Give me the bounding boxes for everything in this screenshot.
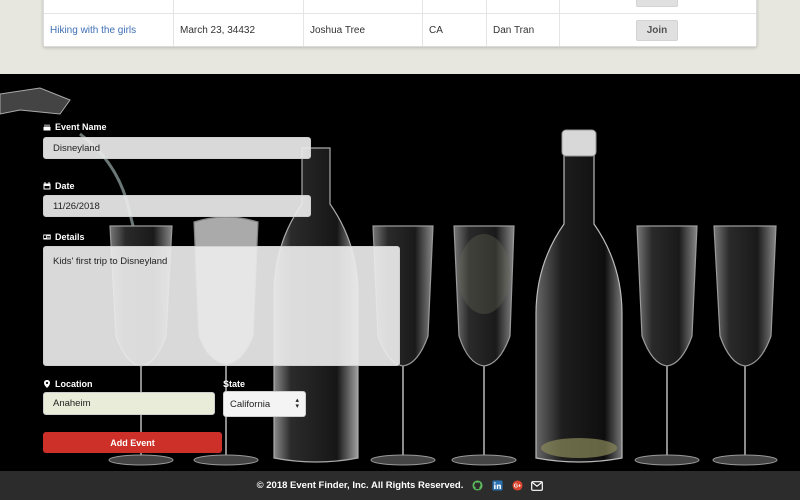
details-label-row: Details xyxy=(43,232,85,242)
add-event-form: Event Name Disneyland Date 11/26/2018 De… xyxy=(0,74,800,471)
state-label-row: State xyxy=(223,379,245,389)
events-table-section: Hiking with the girls March 23, 34432 Jo… xyxy=(0,0,800,74)
event-name-label: Event Name xyxy=(55,122,107,132)
state-label: State xyxy=(223,379,246,389)
details-label: Details xyxy=(55,232,85,242)
map-marker-icon xyxy=(44,380,50,388)
svg-text:G+: G+ xyxy=(514,484,522,490)
join-button[interactable]: Join xyxy=(636,20,678,41)
id-card-icon xyxy=(43,234,51,240)
column-divider xyxy=(422,0,423,46)
location-label-row: Location xyxy=(43,379,93,389)
column-divider xyxy=(486,0,487,46)
state-select-value: California xyxy=(230,398,271,410)
event-title-link[interactable]: Hiking with the girls xyxy=(50,25,136,37)
column-divider xyxy=(559,0,560,46)
mail-icon[interactable] xyxy=(531,480,544,492)
event-state-cell: CA xyxy=(429,25,443,36)
details-textarea[interactable]: Kids' first trip to Disneyland xyxy=(43,246,400,366)
location-label: Location xyxy=(55,379,93,389)
event-host-cell: Dan Tran xyxy=(493,25,535,36)
date-label: Date xyxy=(55,181,75,191)
location-input[interactable]: Anaheim xyxy=(43,392,215,415)
add-event-button[interactable]: Add Event xyxy=(43,432,222,453)
hero-background: Event Name Disneyland Date 11/26/2018 De… xyxy=(0,74,800,471)
google-plus-icon[interactable]: G+ xyxy=(511,480,523,492)
column-divider xyxy=(303,0,304,46)
event-name-label-row: Event Name xyxy=(43,122,107,132)
copyright-text: © 2018 Event Finder, Inc. All Rights Res… xyxy=(256,480,464,491)
calendar-icon xyxy=(43,182,51,190)
event-city-cell: Joshua Tree xyxy=(310,25,366,36)
event-date-cell: March 23, 34432 xyxy=(180,25,256,36)
table-row-divider xyxy=(44,13,756,14)
state-select[interactable]: California ▴ ▾ xyxy=(223,391,306,417)
footer: © 2018 Event Finder, Inc. All Rights Res… xyxy=(0,471,800,500)
join-button-previous-row[interactable] xyxy=(636,0,678,7)
events-table: Hiking with the girls March 23, 34432 Jo… xyxy=(43,0,757,47)
birthday-cake-icon xyxy=(43,124,51,131)
column-divider xyxy=(173,0,174,46)
event-name-input[interactable]: Disneyland xyxy=(43,137,311,159)
date-input[interactable]: 11/26/2018 xyxy=(43,195,311,217)
select-arrows-icon: ▴ ▾ xyxy=(295,397,299,410)
linkedin-icon[interactable] xyxy=(491,480,503,492)
date-label-row: Date xyxy=(43,181,75,191)
github-icon[interactable] xyxy=(471,480,483,492)
